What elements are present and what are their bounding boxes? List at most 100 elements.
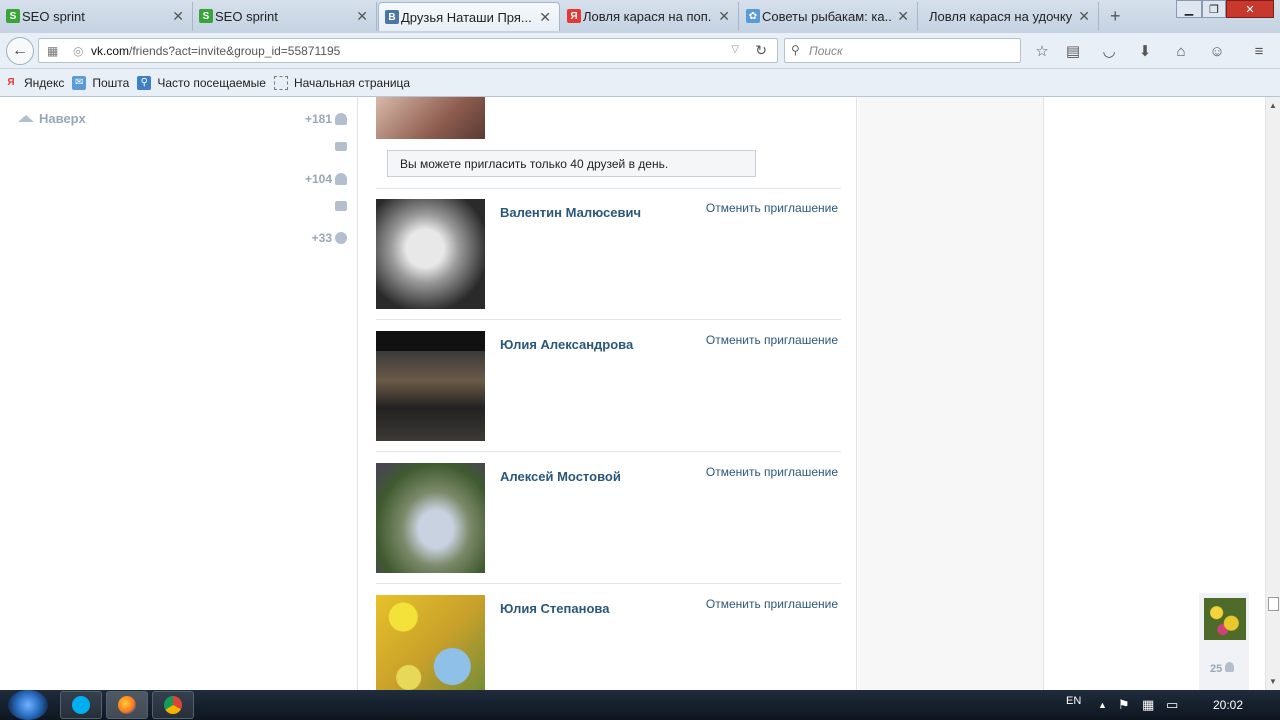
tab-title: SEO sprint [215, 9, 278, 24]
tab-seo-sprint-1[interactable]: S SEO sprint ✕ [0, 2, 193, 31]
close-icon[interactable]: ✕ [718, 8, 730, 25]
bookmark-frequent[interactable]: ⚲ Часто посещаемые [137, 75, 266, 90]
mail-icon: ✉ [72, 75, 87, 90]
bookmark-start-page[interactable]: Начальная страница [273, 75, 410, 90]
skype-icon [72, 696, 90, 714]
friend-avatar[interactable] [376, 97, 485, 139]
right-panel [858, 97, 1044, 690]
tab-seo-sprint-2[interactable]: S SEO sprint ✕ [193, 2, 377, 31]
page-icon: ▦ [47, 44, 59, 58]
seo-sprint-icon: S [6, 9, 20, 23]
friend-avatar[interactable] [1204, 598, 1246, 640]
url-bar[interactable]: ▦ ◎ vk.com/friends?act=invite&group_id=5… [38, 38, 778, 63]
minimize-button[interactable]: ▁ [1176, 0, 1202, 18]
back-to-top-label: Наверх [39, 111, 86, 126]
tab-title: SEO sprint [22, 9, 85, 24]
firefox-icon [118, 696, 136, 714]
search-input[interactable]: ⚲ Поиск [784, 38, 1021, 63]
cancel-invite-link[interactable]: Отменить приглашение [706, 597, 838, 611]
language-indicator[interactable]: EN [1066, 686, 1081, 716]
arrow-up-icon [18, 115, 34, 122]
network-icon[interactable]: ▦ [1142, 690, 1154, 720]
user-icon [1225, 662, 1235, 672]
bookmark-yandex[interactable]: Я Яндекс [4, 76, 64, 90]
users-icon [335, 173, 347, 185]
friend-row: Юлия Александрова Отменить приглашение [376, 331, 841, 441]
start-button[interactable] [8, 690, 48, 720]
taskbar-skype[interactable] [60, 691, 102, 719]
friend-avatar[interactable] [376, 199, 485, 309]
tab-title: Ловля карася на удочку ... [929, 9, 1073, 24]
close-icon[interactable]: ✕ [172, 8, 184, 25]
close-window-button[interactable]: ✕ [1226, 0, 1274, 18]
close-icon[interactable]: ✕ [897, 8, 909, 25]
invite-limit-notice: Вы можете пригласить только 40 друзей в … [387, 150, 756, 177]
friend-name[interactable]: Юлия Александрова [500, 337, 633, 352]
back-to-top-link[interactable]: Наверх [18, 111, 86, 126]
tab-sovety[interactable]: ✿ Советы рыбакам: ка... ✕ [740, 2, 918, 31]
yandex-icon: Я [7, 77, 15, 88]
online-count: 25 [1210, 662, 1235, 675]
friend-name[interactable]: Юлия Степанова [500, 601, 609, 616]
vk-icon: B [385, 10, 399, 24]
counter-comments[interactable] [332, 201, 347, 211]
friend-name[interactable]: Валентин Малюсевич [500, 205, 641, 220]
reload-icon[interactable]: ↻ [755, 42, 767, 59]
bookmark-poshta[interactable]: ✉ Пошта [72, 75, 130, 90]
page-icon [273, 75, 288, 90]
taskbar: EN ▲ ⚑ ▦ ▭ 20:02 [0, 690, 1280, 720]
counter-groups[interactable]: +104 [305, 172, 347, 186]
flag-icon[interactable]: ⚑ [1118, 690, 1130, 720]
friend-avatar[interactable] [376, 331, 485, 441]
taskbar-firefox[interactable] [106, 691, 148, 719]
back-button[interactable]: ← [6, 37, 34, 65]
reading-list-icon[interactable]: ▤ [1063, 41, 1083, 61]
dropdown-icon[interactable]: ▽ [731, 44, 739, 55]
close-icon[interactable]: ✕ [356, 8, 368, 25]
display-icon[interactable]: ▭ [1166, 690, 1178, 720]
mail-icon [335, 142, 347, 151]
new-tab-icon[interactable]: + [1110, 6, 1121, 27]
bookmark-label: Пошта [92, 75, 130, 90]
chrome-icon [164, 696, 182, 714]
menu-icon[interactable]: ≡ [1249, 41, 1269, 61]
bookmark-star-icon[interactable]: ☆ [1032, 41, 1052, 61]
pocket-icon[interactable]: ◡ [1099, 41, 1119, 61]
counter-friends[interactable]: +181 [305, 112, 347, 126]
scrollbar-thumb[interactable] [1268, 597, 1279, 611]
friend-name[interactable]: Алексей Мостовой [500, 469, 621, 484]
download-icon[interactable]: ⬇ [1135, 41, 1155, 61]
cancel-invite-link[interactable]: Отменить приглашение [706, 201, 838, 215]
taskbar-chrome[interactable] [152, 691, 194, 719]
counter-text: +33 [311, 231, 332, 245]
tab-vk-friends[interactable]: B Друзья Наташи Пря... ✕ [378, 2, 560, 31]
bookmarks-bar: Я Яндекс ✉ Пошта ⚲ Часто посещаемые Нача… [0, 69, 1280, 97]
scroll-up-icon[interactable]: ▲ [1269, 101, 1277, 110]
scroll-down-icon[interactable]: ▼ [1269, 677, 1277, 686]
navigation-bar: ← ▦ ◎ vk.com/friends?act=invite&group_id… [0, 33, 1280, 69]
tab-karas-1[interactable]: Я Ловля карася на поп... ✕ [561, 2, 739, 31]
divider [376, 451, 841, 452]
scrollbar[interactable]: ▲ ▼ [1265, 97, 1280, 690]
divider [376, 188, 841, 189]
chat-icon[interactable]: ☺ [1207, 41, 1227, 61]
friend-avatar[interactable] [376, 595, 485, 690]
home-icon[interactable]: ⌂ [1171, 41, 1191, 61]
friend-avatar[interactable] [376, 463, 485, 573]
tab-karas-2[interactable]: Ловля карася на удочку ... ✕ [919, 2, 1099, 31]
cancel-invite-link[interactable]: Отменить приглашение [706, 333, 838, 347]
counter-text: +181 [304, 112, 332, 126]
cancel-invite-link[interactable]: Отменить приглашение [706, 465, 838, 479]
show-hidden-icons[interactable]: ▲ [1098, 690, 1107, 720]
divider [376, 319, 841, 320]
tab-bar: S SEO sprint ✕ S SEO sprint ✕ B Друзья Н… [0, 0, 1280, 33]
divider [376, 583, 841, 584]
close-icon[interactable]: ✕ [539, 9, 551, 26]
maximize-button[interactable]: ❐ [1202, 0, 1226, 18]
site-icon: ✿ [746, 9, 760, 23]
counter-messages[interactable] [332, 142, 347, 151]
online-friends-widget[interactable]: 25 [1199, 593, 1249, 690]
counter-settings[interactable]: +33 [312, 231, 347, 245]
close-icon[interactable]: ✕ [1078, 8, 1090, 25]
clock[interactable]: 20:02 [1213, 690, 1243, 720]
